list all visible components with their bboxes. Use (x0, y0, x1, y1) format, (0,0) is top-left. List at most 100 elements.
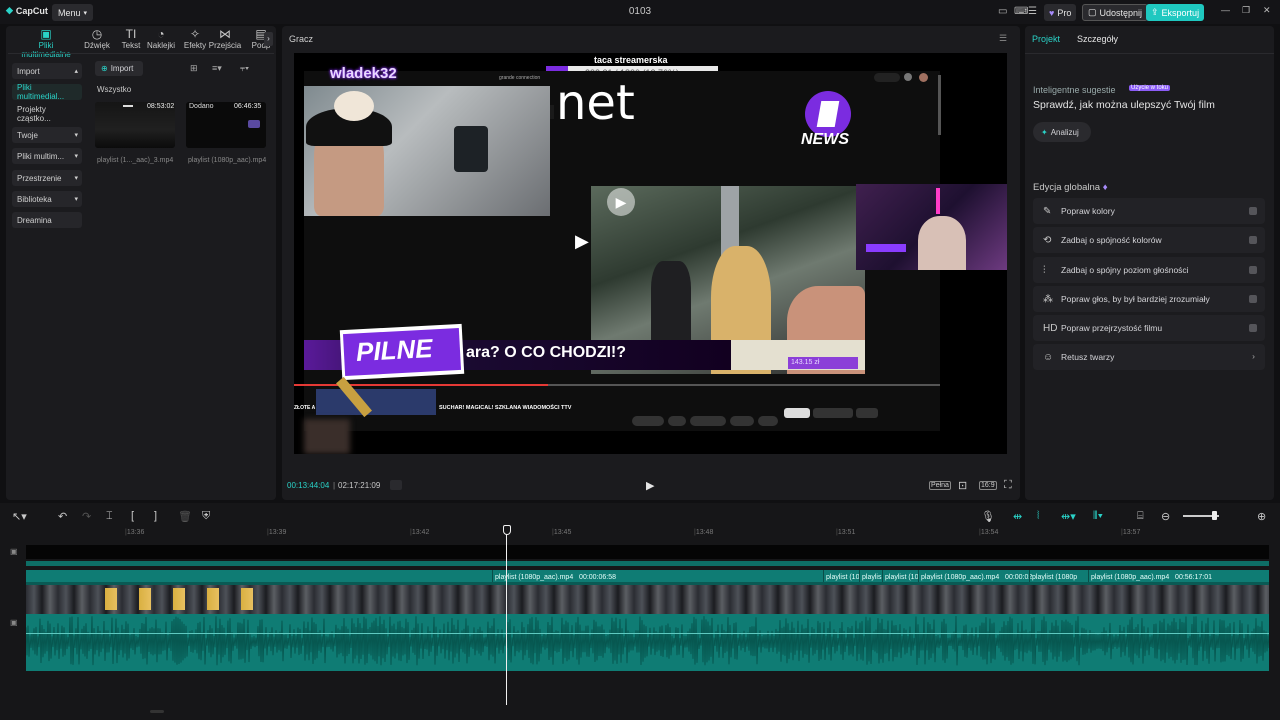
donation-label: 143.15 zł (788, 357, 858, 369)
export-button[interactable]: ⇪ Eksportuj (1146, 4, 1205, 21)
tab-tool-1[interactable]: ◷ Dźwięk (79, 27, 115, 50)
yt-left-text: ZŁOTE A (294, 405, 316, 411)
tab-tool-5[interactable]: ⋈ Przejścia (207, 27, 243, 50)
overlay-track[interactable] (26, 545, 1269, 559)
close-button[interactable]: ✕ (1263, 5, 1271, 16)
global-edit-item-0[interactable]: ✎ Popraw kolory (1033, 198, 1265, 224)
export-icon: ⇪ (1151, 7, 1159, 17)
media-thumbnail[interactable]: Dodano 06:46:35 (186, 102, 266, 148)
youtube-title: SUCHAR! MAGICAL! SZKLANA WIADOMOŚCI TTV (439, 405, 572, 411)
sidebar-item-2[interactable]: Projekty cząstko... (12, 105, 82, 123)
toggle[interactable] (1249, 295, 1257, 303)
sidebar-item-6[interactable]: Biblioteka ▾ (12, 191, 82, 207)
quality-button[interactable]: Pełna (929, 481, 951, 490)
duration-label: 08:53:02 (147, 103, 175, 110)
trim-left-icon[interactable]: [ (131, 510, 134, 522)
zoom-in-icon[interactable]: ⊕ (1257, 510, 1266, 523)
filter-icon[interactable]: ⫧▾ (240, 63, 249, 74)
trim-right-icon[interactable]: ] (154, 510, 157, 522)
redo-icon[interactable]: ↷ (82, 510, 91, 523)
delete-icon[interactable]: 🗑 (178, 510, 192, 523)
share-button[interactable]: ▢ Udostępnij (1082, 4, 1149, 21)
toggle[interactable] (1249, 207, 1257, 215)
streamer-name: taca streamerska (594, 55, 668, 65)
volume-line (26, 633, 1269, 634)
timecode-grid-icon[interactable] (390, 480, 402, 490)
link-icon[interactable]: ⇹ (1013, 510, 1022, 523)
play-button[interactable]: ▶ (646, 479, 654, 492)
global-edit-item-3[interactable]: ⁂ Popraw głos, by był bardziej zrozumiały (1033, 286, 1265, 312)
sidebar-item-0[interactable]: Import ▴ (12, 63, 82, 79)
shield-icon[interactable]: ⛨ (202, 510, 210, 523)
global-edit-item-4[interactable]: HD Popraw przejrzystość filmu (1033, 315, 1265, 341)
sidebar-item-3[interactable]: Twoje ▾ (12, 127, 82, 143)
big-text: net (556, 75, 635, 131)
tab-tool-0[interactable]: ▣ Pliki multimedialne (20, 27, 72, 59)
global-edit-item-1[interactable]: ⟲ Zadbaj o spójność kolorów (1033, 227, 1265, 253)
minimize-button[interactable]: — (1221, 5, 1230, 15)
sidebar-item-1[interactable]: Pliki multimedial... (12, 83, 82, 101)
sidebar-item-4[interactable]: Pliki multim... ▾ (12, 148, 82, 164)
caption-icon[interactable]: ⌸ (1137, 510, 1144, 523)
player-menu-icon[interactable]: ☰ (999, 33, 1007, 44)
pro-button[interactable]: ♥ Pro (1044, 4, 1077, 21)
added-badge: Dodano (189, 103, 214, 110)
list-icon[interactable]: ☰ (1028, 6, 1037, 17)
select-tool-icon[interactable]: ↖▾ (12, 510, 27, 523)
ticker-text: ara? O CO CHODZI!? (466, 344, 627, 361)
sort-icon[interactable]: ≡▾ (212, 63, 222, 74)
webcam-feed (304, 86, 550, 216)
fullscreen-icon[interactable]: ⛶ (1004, 479, 1012, 492)
tab-tool-3[interactable]: ◔ Naklejki (143, 27, 179, 50)
news-label: NEWS (801, 131, 849, 148)
effect-track[interactable] (26, 561, 1269, 566)
magnet-icon[interactable]: ⦚ (1037, 510, 1039, 523)
ratio-button[interactable]: 16:9 (979, 481, 997, 490)
tab-tool-6[interactable]: ▤ Podp (243, 27, 279, 50)
toggle[interactable] (1249, 266, 1257, 274)
preview-axis-icon[interactable]: ⫴▾ (1093, 510, 1103, 523)
play-icon[interactable]: ▶ (575, 231, 589, 252)
total-time: 02:17:21:09 (338, 481, 381, 490)
snap-icon[interactable]: ⇹▾ (1061, 510, 1076, 523)
split-icon[interactable]: ⌶ (106, 510, 113, 523)
toggle[interactable] (1249, 324, 1257, 332)
playhead-handle[interactable] (503, 525, 511, 535)
fx-icon: HD (1043, 322, 1058, 334)
suggest-title: Sprawdź, jak można ulepszyć Twój film (1033, 99, 1215, 111)
zoom-out-icon[interactable]: ⊖ (1161, 510, 1170, 523)
sidebar-item-5[interactable]: Przestrzenie ▾ (12, 170, 82, 186)
tool-icon: ▤ (255, 27, 267, 41)
media-thumbnail[interactable]: 08:53:02 (95, 102, 175, 148)
divider (8, 53, 274, 54)
video-preview[interactable]: taca streamerska 232.21 / 1820 (12.76%) … (294, 53, 1007, 454)
microphone-icon[interactable]: 🎙 (981, 510, 995, 523)
analyze-button[interactable]: ✦ Analizuj (1033, 122, 1091, 142)
toggle[interactable] (1249, 236, 1257, 244)
time-tick: |13:42 (410, 529, 430, 536)
tab-details[interactable]: Szczegóły (1077, 34, 1118, 44)
sticker-frames (95, 588, 255, 610)
shortcuts-icon[interactable]: ⌨ (1014, 6, 1028, 17)
tab-project[interactable]: Projekt (1032, 34, 1060, 44)
global-edit-item-5[interactable]: ☺ Retusz twarzy › (1033, 344, 1265, 370)
clip-label: playlist (1080p_aac).mp4 00:00:06:58 (495, 574, 617, 581)
global-edit-item-2[interactable]: ⫶ Zadbaj o spójny poziom głośności (1033, 257, 1265, 283)
audio-track[interactable] (26, 614, 1269, 671)
sidebar-item-7[interactable]: Dreamina (12, 212, 82, 228)
import-button[interactable]: ⊕ Import (95, 61, 143, 76)
current-time: 00:13:44:04 (287, 481, 330, 490)
maximize-button[interactable]: ❐ (1242, 5, 1250, 16)
timeline-scrollbar[interactable] (150, 710, 164, 713)
clip-label: playlist (1080p_aac).mp4 00:00:02 (921, 574, 1033, 581)
undo-icon[interactable]: ↶ (58, 510, 67, 523)
chevron-right-icon[interactable]: › (264, 32, 273, 46)
clip-label: playlis (862, 574, 882, 581)
playhead[interactable] (506, 525, 507, 705)
grid-view-icon[interactable]: ⊞ (190, 63, 198, 74)
crop-icon[interactable]: ⊡ (958, 479, 967, 492)
filter-label: Wszystko (97, 85, 132, 94)
menu-button[interactable]: Menu ▾ (52, 4, 94, 21)
layout-icon[interactable]: ▭ (998, 6, 1007, 17)
zoom-handle[interactable] (1212, 511, 1217, 520)
